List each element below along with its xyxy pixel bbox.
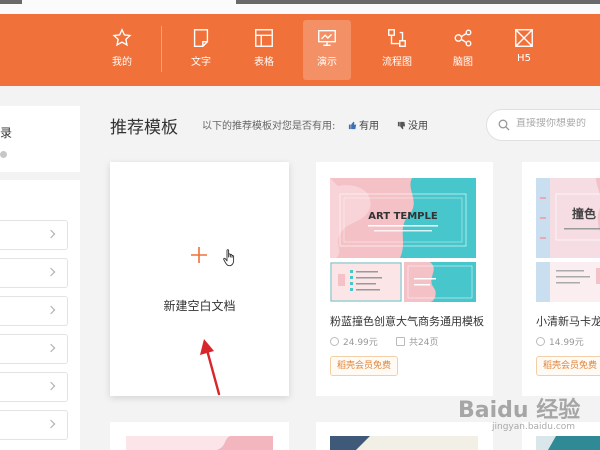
template-price: 14.99元	[536, 335, 584, 348]
thumbs-up-icon	[348, 121, 357, 130]
star-icon	[112, 28, 132, 47]
nav-divider	[161, 26, 162, 72]
chevron-right-icon	[46, 267, 56, 277]
h5-icon	[515, 29, 533, 47]
template-pages: 共24页	[396, 335, 438, 348]
template-thumbnail[interactable]: 撞色	[536, 178, 600, 302]
feedback-prompt: 以下的推荐模板对您是否有用:	[202, 121, 336, 132]
sidebar-item[interactable]	[0, 220, 68, 250]
template-pages-value: 共24页	[409, 338, 439, 348]
nav-item-presentation[interactable]: 演示	[303, 20, 351, 80]
template-card-partial[interactable]	[110, 422, 289, 450]
plus-icon	[191, 247, 207, 263]
search-box[interactable]	[486, 109, 600, 141]
baidu-jingyan-watermark: Baidu 经验 jingyan.baidu.com	[458, 392, 580, 432]
nav-item-label: H5	[517, 53, 531, 64]
thumbs-down-icon	[397, 121, 406, 130]
nav-item-label: 流程图	[382, 57, 412, 68]
chevron-right-icon	[46, 229, 56, 239]
template-name: 小清新马卡龙	[536, 315, 600, 328]
price-icon	[330, 337, 339, 346]
useful-button[interactable]: 有用	[348, 117, 379, 132]
hand-cursor-icon	[223, 249, 235, 267]
member-free-badge[interactable]: 稻壳会员免费	[330, 356, 399, 376]
nav-item-label: 文字	[191, 57, 211, 68]
search-icon	[498, 119, 510, 131]
table-icon	[255, 29, 273, 47]
template-preview-image: 撞色	[536, 178, 600, 302]
sidebar-item[interactable]	[0, 334, 68, 364]
nav-item-label: 演示	[317, 57, 337, 68]
sidebar-login-label: 录	[0, 126, 13, 140]
price-icon	[536, 337, 545, 346]
useful-label: 有用	[359, 121, 379, 132]
browser-tab[interactable]	[236, 0, 600, 4]
red-arrow-annotation	[200, 339, 221, 396]
nav-item-mine[interactable]: 我的	[98, 20, 146, 80]
template-card[interactable]: ART TEMPLE 粉蓝撞色创意大气商务通用模板 24.99元 共24页 稻壳…	[316, 162, 493, 396]
document-icon	[193, 29, 209, 47]
sidebar-item[interactable]	[0, 410, 68, 440]
member-free-badge[interactable]: 稻壳会员免费	[536, 356, 600, 376]
template-price-value: 24.99元	[343, 338, 378, 348]
template-card[interactable]: 撞色 小清新马卡龙 14.99元 稻壳会员免费	[522, 162, 600, 396]
nav-item-label: 脑图	[453, 57, 473, 68]
search-input[interactable]	[516, 118, 600, 129]
chevron-right-icon	[46, 419, 56, 429]
nav-item-text[interactable]: 文字	[177, 20, 225, 80]
template-thumb-title: ART TEMPLE	[368, 211, 438, 222]
nav-item-mindmap[interactable]: 脑图	[439, 20, 487, 80]
useless-label: 没用	[408, 121, 428, 132]
browser-top-strip	[0, 0, 600, 14]
template-preview-image	[126, 436, 273, 450]
presentation-icon	[318, 29, 336, 47]
nav-item-flowchart[interactable]: 流程图	[373, 20, 421, 80]
page-title: 推荐模板	[110, 118, 178, 138]
template-price: 24.99元	[330, 335, 378, 348]
chevron-right-icon	[46, 305, 56, 315]
new-blank-document-label: 新建空白文档	[163, 299, 236, 313]
nav-item-h5[interactable]: H5	[500, 20, 548, 80]
template-thumbnail[interactable]: ART TEMPLE	[330, 178, 476, 302]
top-nav-bar: 我的 文字 表格 演示 流程图 脑图 H5	[0, 14, 600, 86]
sidebar-item[interactable]	[0, 258, 68, 288]
template-preview-image: ART TEMPLE	[330, 178, 476, 302]
nav-item-table[interactable]: 表格	[240, 20, 288, 80]
template-name: 粉蓝撞色创意大气商务通用模板	[330, 315, 484, 328]
sidebar-category-list	[0, 180, 80, 450]
chevron-right-icon	[46, 343, 56, 353]
flowchart-icon	[388, 29, 406, 47]
pages-icon	[396, 337, 405, 346]
sidebar-login-card[interactable]: 录	[0, 106, 80, 172]
status-dot-icon	[0, 151, 7, 158]
mindmap-icon	[454, 29, 472, 47]
useless-button[interactable]: 没用	[397, 117, 428, 132]
sidebar-item[interactable]	[0, 372, 68, 402]
template-price-value: 14.99元	[549, 338, 584, 348]
chevron-right-icon	[46, 381, 56, 391]
nav-item-label: 表格	[254, 57, 274, 68]
browser-tab[interactable]	[0, 0, 22, 4]
watermark-sub: jingyan.baidu.com	[492, 422, 576, 432]
template-thumb-title: 撞色	[572, 206, 596, 221]
watermark-text: Baidu 经验	[458, 398, 581, 423]
sidebar-item[interactable]	[0, 296, 68, 326]
nav-item-label: 我的	[112, 57, 132, 68]
